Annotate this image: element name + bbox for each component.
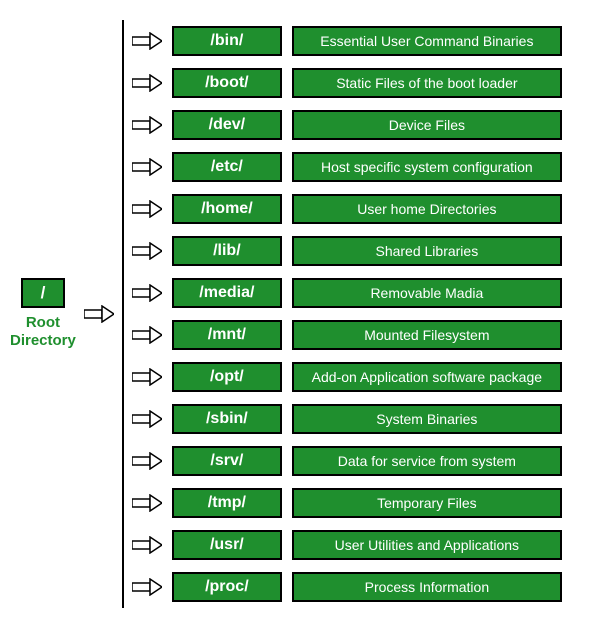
directory-desc: User Utilities and Applications [335,537,519,553]
directory-name: /home/ [201,200,253,218]
directory-row: /media/ Removable Madia [132,278,562,308]
directory-name: /media/ [199,284,254,302]
arrow-right-icon [132,284,162,302]
directory-desc: Host specific system configuration [321,159,533,175]
arrow-right-icon [132,536,162,554]
arrow-right-icon [132,116,162,134]
root-column: / Root Directory [10,278,76,350]
directory-name-box: /tmp/ [172,488,282,518]
directory-row: /mnt/ Mounted Filesystem [132,320,562,350]
directory-name: /sbin/ [206,410,248,428]
directory-desc: Process Information [365,579,490,595]
directory-desc: System Binaries [376,411,477,427]
directory-name: /proc/ [205,578,249,596]
directory-name-box: /mnt/ [172,320,282,350]
directory-name: /tmp/ [208,494,246,512]
arrow-right-icon [132,32,162,50]
directory-desc: Static Files of the boot loader [336,75,517,91]
root-label-line1: Root [26,314,60,331]
directory-name-box: /media/ [172,278,282,308]
directory-desc: Add-on Application software package [312,369,542,385]
directory-desc: Mounted Filesystem [364,327,489,343]
directory-row: /sbin/ System Binaries [132,404,562,434]
directory-name: /mnt/ [208,326,246,344]
directory-name-box: /boot/ [172,68,282,98]
directory-name: /lib/ [213,242,241,260]
arrow-right-icon [132,326,162,344]
directory-desc: Shared Libraries [375,243,478,259]
directory-desc-box: System Binaries [292,404,562,434]
arrow-right-icon [84,305,114,323]
directory-name: /srv/ [210,452,243,470]
directory-desc: Temporary Files [377,495,477,511]
root-label-line2: Directory [10,332,76,349]
directory-name-box: /proc/ [172,572,282,602]
directory-name-box: /bin/ [172,26,282,56]
directory-name-box: /etc/ [172,152,282,182]
directory-desc-box: Removable Madia [292,278,562,308]
directory-desc-box: Host specific system configuration [292,152,562,182]
directory-desc-box: Mounted Filesystem [292,320,562,350]
directory-row: /tmp/ Temporary Files [132,488,562,518]
arrow-right-icon [132,74,162,92]
directory-desc-box: Essential User Command Binaries [292,26,562,56]
arrow-right-icon [132,410,162,428]
directory-desc: Data for service from system [338,453,516,469]
directory-rows: /bin/ Essential User Command Binaries /b… [132,20,562,608]
directory-row: /srv/ Data for service from system [132,446,562,476]
directory-desc-box: User Utilities and Applications [292,530,562,560]
directory-name: /etc/ [211,158,243,176]
arrow-right-icon [132,578,162,596]
directory-desc-box: User home Directories [292,194,562,224]
arrow-right-icon [132,158,162,176]
directory-row: /proc/ Process Information [132,572,562,602]
directory-row: /etc/ Host specific system configuration [132,152,562,182]
directory-name-box: /srv/ [172,446,282,476]
directory-name: /bin/ [210,32,243,50]
directory-desc: User home Directories [357,201,496,217]
root-box: / [21,278,66,308]
directory-row: /home/ User home Directories [132,194,562,224]
directory-row: /dev/ Device Files [132,110,562,140]
root-symbol: / [41,283,46,302]
root-label: Root Directory [10,314,76,350]
arrow-right-icon [132,242,162,260]
directory-desc-box: Temporary Files [292,488,562,518]
directory-name-box: /lib/ [172,236,282,266]
directory-name-box: /home/ [172,194,282,224]
directory-desc-box: Process Information [292,572,562,602]
directory-row: /boot/ Static Files of the boot loader [132,68,562,98]
directory-desc-box: Data for service from system [292,446,562,476]
directory-name-box: /opt/ [172,362,282,392]
directory-desc-box: Add-on Application software package [292,362,562,392]
directory-row: /usr/ User Utilities and Applications [132,530,562,560]
directory-row: /lib/ Shared Libraries [132,236,562,266]
directory-desc: Essential User Command Binaries [320,33,533,49]
arrow-right-icon [132,200,162,218]
directory-desc-box: Shared Libraries [292,236,562,266]
directory-name: /opt/ [210,368,244,386]
directory-name: /dev/ [209,116,245,134]
filesystem-diagram: / Root Directory /bin/ Essential User Co… [10,20,592,608]
directory-desc: Device Files [389,117,465,133]
vertical-trunk-line [122,20,124,608]
directory-desc: Removable Madia [370,285,483,301]
arrow-right-icon [132,452,162,470]
directory-name-box: /dev/ [172,110,282,140]
directory-name-box: /sbin/ [172,404,282,434]
directory-row: /opt/ Add-on Application software packag… [132,362,562,392]
arrow-right-icon [132,494,162,512]
arrow-right-icon [132,368,162,386]
directory-name-box: /usr/ [172,530,282,560]
directory-name: /usr/ [210,536,244,554]
directory-desc-box: Static Files of the boot loader [292,68,562,98]
directory-desc-box: Device Files [292,110,562,140]
directory-row: /bin/ Essential User Command Binaries [132,26,562,56]
directory-name: /boot/ [205,74,249,92]
